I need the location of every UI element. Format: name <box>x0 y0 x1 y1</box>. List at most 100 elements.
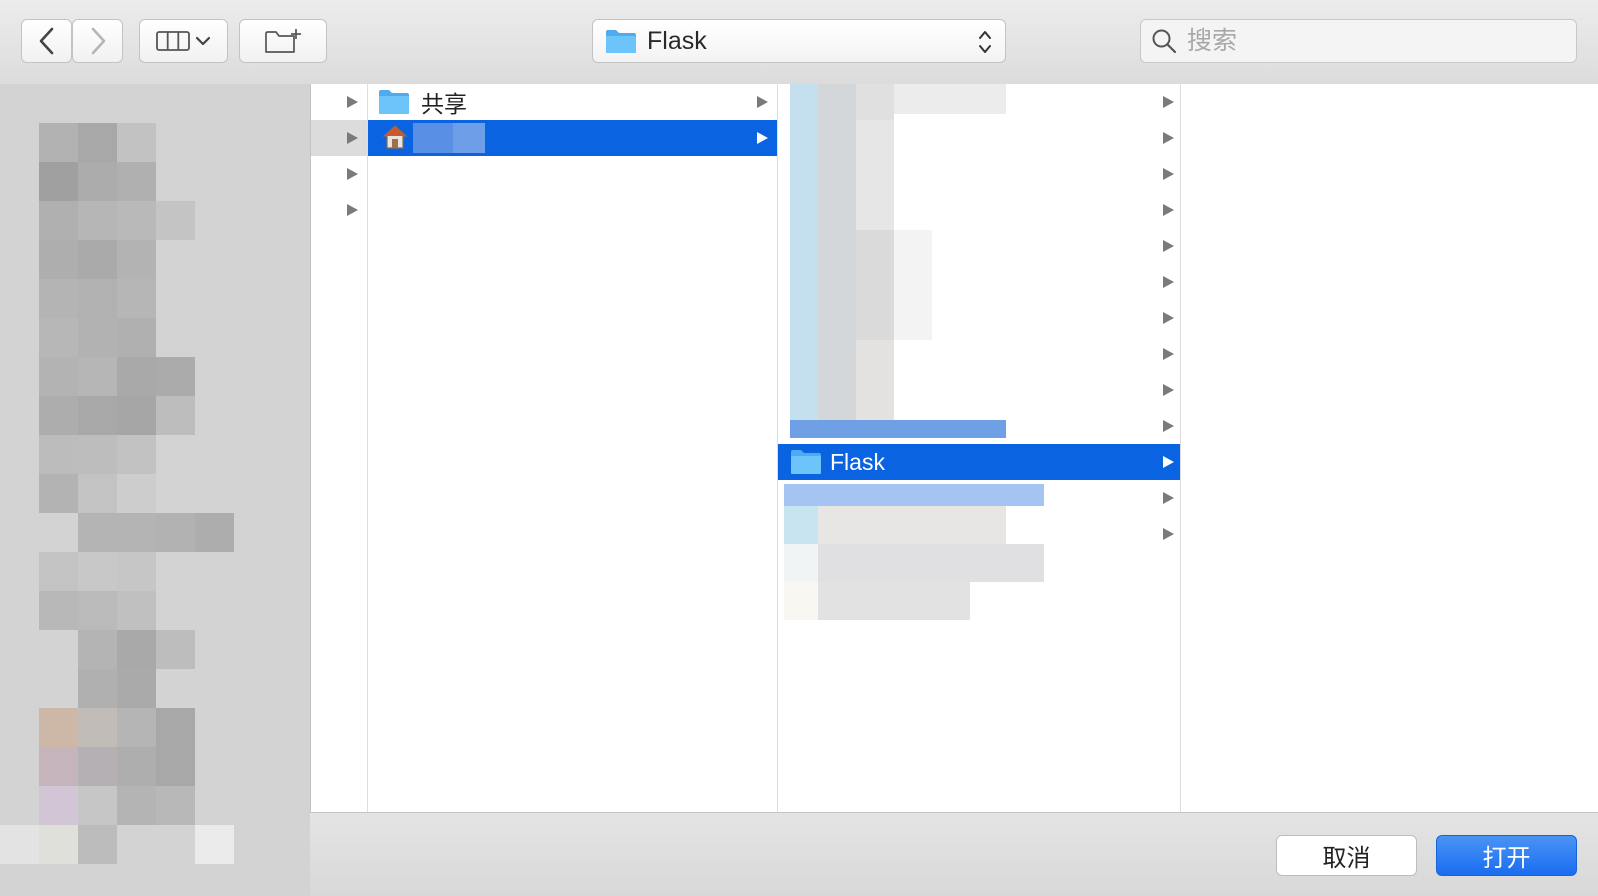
disclosure-triangle-icon <box>1163 420 1174 432</box>
redacted-block <box>78 591 117 630</box>
chevron-down-icon <box>195 36 211 46</box>
redacted-block <box>39 825 78 864</box>
disclosure-triangle-icon <box>1163 168 1174 180</box>
list-item[interactable] <box>778 408 1180 444</box>
redacted-block <box>39 201 78 240</box>
disclosure-triangle-icon <box>1163 204 1174 216</box>
list-item[interactable] <box>311 84 367 120</box>
up-down-arrows-icon <box>979 31 991 53</box>
redacted-block <box>39 435 78 474</box>
redacted-block <box>39 318 78 357</box>
list-item[interactable] <box>311 192 367 228</box>
redacted-block <box>117 123 156 162</box>
disclosure-triangle-icon <box>757 96 768 108</box>
disclosure-triangle-icon <box>757 132 768 144</box>
list-item[interactable] <box>778 336 1180 372</box>
redacted-block <box>117 240 156 279</box>
folder-icon <box>791 450 821 474</box>
new-folder-icon <box>265 29 301 53</box>
new-folder-button[interactable] <box>239 19 327 63</box>
item-name: 共享 <box>421 91 467 117</box>
redacted-block <box>78 201 117 240</box>
disclosure-triangle-icon <box>347 168 358 180</box>
item-name: Flask <box>830 448 885 475</box>
list-item[interactable] <box>778 84 1180 120</box>
disclosure-triangle-icon <box>1163 312 1174 324</box>
column-browser: 共享 Flask <box>310 84 1598 813</box>
redacted-block <box>78 552 117 591</box>
redacted-block <box>39 786 78 825</box>
view-mode-button[interactable] <box>139 19 228 63</box>
redacted-block <box>78 279 117 318</box>
disclosure-triangle-icon <box>1163 528 1174 540</box>
disclosure-triangle-icon <box>1163 492 1174 504</box>
redacted-block <box>78 123 117 162</box>
toolbar: Flask <box>0 0 1598 85</box>
redacted-block <box>78 747 117 786</box>
search-field[interactable] <box>1140 19 1577 63</box>
list-item-shared[interactable]: 共享 <box>368 84 777 120</box>
redacted-block <box>117 591 156 630</box>
redacted-block <box>39 240 78 279</box>
redacted-block <box>78 786 117 825</box>
redacted-block <box>78 513 117 552</box>
list-item[interactable] <box>778 516 1180 552</box>
redacted-block <box>156 357 195 396</box>
redacted-name <box>453 123 485 153</box>
redacted-block <box>117 552 156 591</box>
redacted-block <box>78 357 117 396</box>
redacted-block <box>117 435 156 474</box>
list-item[interactable] <box>311 120 367 156</box>
list-item[interactable] <box>778 228 1180 264</box>
redacted-block <box>117 630 156 669</box>
open-button[interactable]: 打开 <box>1436 835 1577 876</box>
disclosure-triangle-icon <box>347 96 358 108</box>
redacted-block <box>156 513 195 552</box>
redacted-block <box>78 396 117 435</box>
redacted-block <box>117 396 156 435</box>
redacted-block <box>78 669 117 708</box>
redacted-block <box>195 513 234 552</box>
redacted-block <box>0 825 39 864</box>
redacted-names <box>818 582 970 620</box>
list-item[interactable] <box>778 192 1180 228</box>
search-input[interactable] <box>1185 25 1549 57</box>
disclosure-triangle-icon <box>347 132 358 144</box>
redacted-block <box>156 630 195 669</box>
disclosure-triangle-icon <box>1163 348 1174 360</box>
back-button[interactable] <box>21 19 72 63</box>
list-item[interactable] <box>778 372 1180 408</box>
list-item-flask[interactable]: Flask <box>778 444 1180 480</box>
redacted-block <box>78 630 117 669</box>
redacted-block <box>117 669 156 708</box>
path-popup-label: Flask <box>647 26 707 55</box>
chevron-left-icon <box>39 27 53 55</box>
redacted-block <box>117 279 156 318</box>
redacted-block <box>39 474 78 513</box>
list-item[interactable] <box>778 156 1180 192</box>
redacted-block <box>39 552 78 591</box>
redacted-name <box>413 123 453 153</box>
redacted-block <box>156 786 195 825</box>
column-1: 共享 <box>368 84 778 812</box>
redacted-block <box>117 708 156 747</box>
list-item[interactable] <box>778 120 1180 156</box>
list-item[interactable] <box>778 264 1180 300</box>
list-item[interactable] <box>778 480 1180 516</box>
list-item-home[interactable] <box>368 120 777 156</box>
search-icon <box>1152 29 1177 54</box>
forward-button[interactable] <box>72 19 123 63</box>
redacted-block <box>78 240 117 279</box>
redacted-block <box>39 708 78 747</box>
redacted-block <box>78 318 117 357</box>
column-view-icon <box>156 31 190 51</box>
path-popup[interactable]: Flask <box>592 19 1006 63</box>
cancel-button[interactable]: 取消 <box>1276 835 1417 876</box>
disclosure-triangle-icon <box>1163 276 1174 288</box>
list-item[interactable] <box>311 156 367 192</box>
redacted-block <box>39 357 78 396</box>
redacted-block <box>117 786 156 825</box>
list-item[interactable] <box>778 300 1180 336</box>
column-3 <box>1181 84 1598 812</box>
redacted-block <box>78 825 117 864</box>
